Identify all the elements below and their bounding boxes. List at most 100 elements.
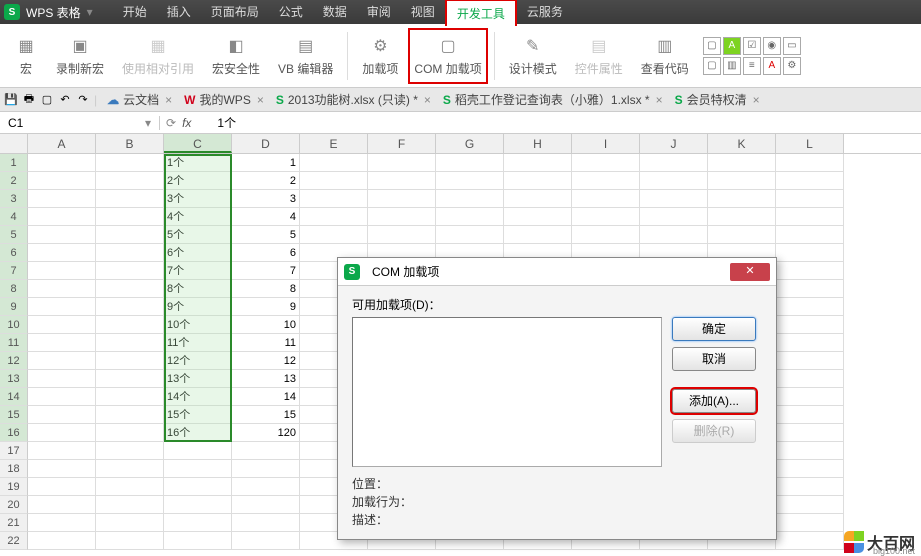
cell-F3[interactable]: [368, 190, 436, 208]
cell-B15[interactable]: [96, 406, 164, 424]
cell-K4[interactable]: [708, 208, 776, 226]
cell-L17[interactable]: [776, 442, 844, 460]
row-header[interactable]: 4: [0, 208, 28, 226]
cell-C2[interactable]: 2个: [164, 172, 232, 190]
cell-D17[interactable]: [232, 442, 300, 460]
close-icon[interactable]: ×: [424, 93, 431, 107]
cell-A14[interactable]: [28, 388, 96, 406]
cell-A6[interactable]: [28, 244, 96, 262]
row-header[interactable]: 2: [0, 172, 28, 190]
cell-G2[interactable]: [436, 172, 504, 190]
cell-L10[interactable]: [776, 316, 844, 334]
cell-A9[interactable]: [28, 298, 96, 316]
cell-E3[interactable]: [300, 190, 368, 208]
small-btn[interactable]: A: [763, 57, 781, 75]
add-button[interactable]: 添加(A)...: [672, 389, 756, 413]
cell-K5[interactable]: [708, 226, 776, 244]
row-header[interactable]: 6: [0, 244, 28, 262]
cell-A13[interactable]: [28, 370, 96, 388]
cell-L14[interactable]: [776, 388, 844, 406]
dialog-titlebar[interactable]: S COM 加载项 ✕: [338, 258, 776, 286]
cell-L2[interactable]: [776, 172, 844, 190]
cell-L7[interactable]: [776, 262, 844, 280]
chevron-down-icon[interactable]: ▾: [145, 116, 151, 130]
preview-icon[interactable]: ▢: [40, 93, 54, 107]
select-all-corner[interactable]: [0, 134, 28, 153]
cell-D8[interactable]: 8: [232, 280, 300, 298]
cell-C4[interactable]: 4个: [164, 208, 232, 226]
cell-A7[interactable]: [28, 262, 96, 280]
menu-tab-5[interactable]: 审阅: [357, 0, 401, 26]
col-header-E[interactable]: E: [300, 134, 368, 153]
cell-H3[interactable]: [504, 190, 572, 208]
ok-button[interactable]: 确定: [672, 317, 756, 341]
menu-tab-2[interactable]: 页面布局: [201, 0, 269, 26]
menu-tab-7[interactable]: 开发工具: [445, 0, 517, 26]
addins-listbox[interactable]: [352, 317, 662, 467]
small-btn[interactable]: ≡: [743, 57, 761, 75]
cell-C1[interactable]: 1个: [164, 154, 232, 172]
cell-D14[interactable]: 14: [232, 388, 300, 406]
cell-J2[interactable]: [640, 172, 708, 190]
cell-K1[interactable]: [708, 154, 776, 172]
ribbon-宏安全性[interactable]: ◧宏安全性: [204, 28, 268, 84]
close-icon[interactable]: ×: [656, 93, 663, 107]
row-header[interactable]: 1: [0, 154, 28, 172]
cell-A15[interactable]: [28, 406, 96, 424]
col-header-I[interactable]: I: [572, 134, 640, 153]
cell-L21[interactable]: [776, 514, 844, 532]
cell-L12[interactable]: [776, 352, 844, 370]
cell-C14[interactable]: 14个: [164, 388, 232, 406]
ribbon-宏[interactable]: ▦宏: [6, 28, 46, 84]
cell-A18[interactable]: [28, 460, 96, 478]
fx-history-icon[interactable]: ⟳: [166, 116, 176, 130]
small-btn[interactable]: ▢: [703, 37, 721, 55]
close-icon[interactable]: ×: [165, 93, 172, 107]
menu-tab-3[interactable]: 公式: [269, 0, 313, 26]
row-header[interactable]: 9: [0, 298, 28, 316]
cancel-button[interactable]: 取消: [672, 347, 756, 371]
ribbon-VB 编辑器[interactable]: ▤VB 编辑器: [270, 28, 341, 84]
cell-C10[interactable]: 10个: [164, 316, 232, 334]
cell-D19[interactable]: [232, 478, 300, 496]
row-header[interactable]: 20: [0, 496, 28, 514]
cell-F5[interactable]: [368, 226, 436, 244]
cell-D11[interactable]: 11: [232, 334, 300, 352]
cell-G3[interactable]: [436, 190, 504, 208]
cell-H1[interactable]: [504, 154, 572, 172]
cell-L20[interactable]: [776, 496, 844, 514]
cell-L13[interactable]: [776, 370, 844, 388]
menu-tab-8[interactable]: 云服务: [517, 0, 573, 26]
doc-tab-3[interactable]: S稻壳工作登记查询表（小雅）1.xlsx *×: [437, 89, 669, 110]
cell-A4[interactable]: [28, 208, 96, 226]
cell-A10[interactable]: [28, 316, 96, 334]
row-header[interactable]: 21: [0, 514, 28, 532]
cell-A17[interactable]: [28, 442, 96, 460]
cell-A1[interactable]: [28, 154, 96, 172]
cell-G4[interactable]: [436, 208, 504, 226]
cell-A16[interactable]: [28, 424, 96, 442]
cell-B16[interactable]: [96, 424, 164, 442]
cell-C5[interactable]: 5个: [164, 226, 232, 244]
cell-I4[interactable]: [572, 208, 640, 226]
row-header[interactable]: 7: [0, 262, 28, 280]
cell-K2[interactable]: [708, 172, 776, 190]
cell-C20[interactable]: [164, 496, 232, 514]
cell-D4[interactable]: 4: [232, 208, 300, 226]
cell-D16[interactable]: 120: [232, 424, 300, 442]
row-header[interactable]: 19: [0, 478, 28, 496]
cell-B14[interactable]: [96, 388, 164, 406]
cell-B13[interactable]: [96, 370, 164, 388]
doc-tab-0[interactable]: ☁云文档×: [101, 89, 178, 110]
cell-D10[interactable]: 10: [232, 316, 300, 334]
row-header[interactable]: 17: [0, 442, 28, 460]
cell-F2[interactable]: [368, 172, 436, 190]
cell-B19[interactable]: [96, 478, 164, 496]
cell-A11[interactable]: [28, 334, 96, 352]
small-btn[interactable]: ▥: [723, 57, 741, 75]
col-header-B[interactable]: B: [96, 134, 164, 153]
cell-C15[interactable]: 15个: [164, 406, 232, 424]
cell-A8[interactable]: [28, 280, 96, 298]
cell-C13[interactable]: 13个: [164, 370, 232, 388]
cell-B4[interactable]: [96, 208, 164, 226]
